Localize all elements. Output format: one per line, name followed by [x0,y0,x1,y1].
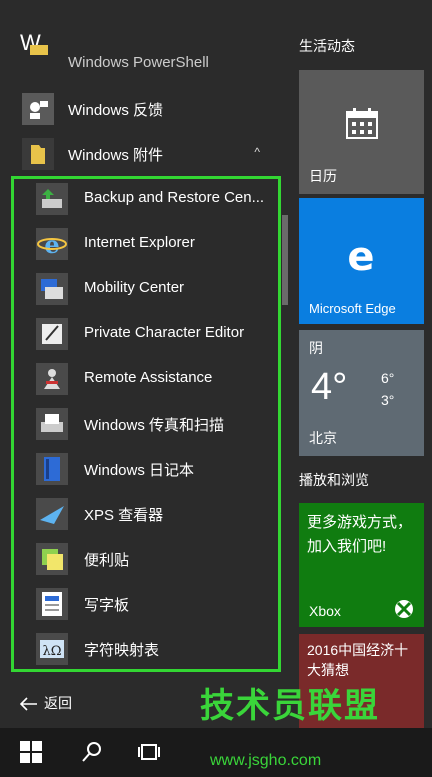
weather-condition: 阴 [309,340,323,356]
back-arrow-icon [19,697,37,711]
weather-high: 6° [381,370,395,386]
tile-microsoft-edge[interactable]: e Microsoft Edge [299,198,424,324]
accessories-highlight-box [11,176,281,672]
group-title-life: 生活动态 [299,38,355,54]
edge-icon: e [347,236,374,276]
feedback-icon [22,93,54,125]
search-icon[interactable] [78,738,106,766]
svg-text:e: e [347,236,374,276]
start-icon[interactable] [17,738,45,766]
app-windows-feedback[interactable]: Windows 反馈 [0,86,284,131]
group-title-play: 播放和浏览 [299,472,369,488]
xbox-logo-icon [395,600,413,618]
scrollbar-thumb[interactable] [282,215,288,305]
weather-low: 3° [381,392,395,408]
chevron-up-icon[interactable]: ^ [254,145,260,159]
folder-icon [30,45,48,55]
tile-xbox[interactable]: 更多游戏方式，加入我们吧! Xbox [299,503,424,627]
tile-weather[interactable]: 阴 4° 6° 3° 北京 [299,330,424,456]
watermark-logo: 技术员联盟 [200,687,380,725]
folder-icon [22,138,54,170]
watermark-url: www.jsgho.com [210,752,322,769]
tile-calendar[interactable]: 日历 [299,70,424,194]
xbox-promo-text: 更多游戏方式，加入我们吧! [307,514,413,555]
task-view-icon[interactable] [135,738,163,766]
app-windows-accessories[interactable]: Windows 附件 ^ [0,131,284,176]
tile-area: 生活动态 日历 e Microsoft Edge 阴 4° 6° 3° 北京 播… [292,0,432,728]
weather-temperature: 4° [311,366,348,408]
calendar-icon [346,108,378,139]
app-windows-powershell[interactable]: Windows PowerShell [0,45,284,75]
weather-city: 北京 [309,430,337,446]
news-headline: 2016中国经济十大猜想 [307,642,409,678]
back-button[interactable]: 返回 [19,693,72,713]
app-list: W Windows PowerShell Windows 反馈 Windows … [0,0,288,728]
